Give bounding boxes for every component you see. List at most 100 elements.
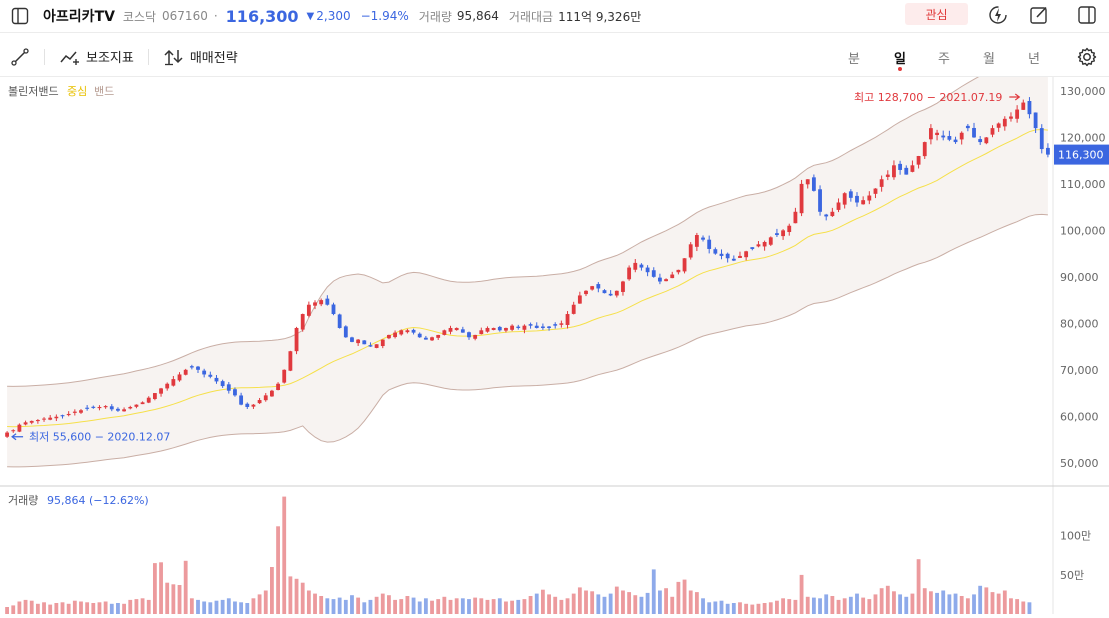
indicators-button[interactable]: 보조지표 xyxy=(59,47,134,66)
volume-bar xyxy=(109,603,114,614)
candle-body xyxy=(688,244,693,258)
candle-body xyxy=(892,165,896,178)
volume-bar xyxy=(682,579,687,614)
candle-body xyxy=(701,237,705,240)
candle-body xyxy=(319,300,324,305)
candle-body xyxy=(233,389,237,396)
candle-body xyxy=(454,327,459,331)
line-draw-icon[interactable] xyxy=(10,47,30,67)
volume-bar xyxy=(922,588,927,614)
volume-label: 거래량 xyxy=(418,9,452,24)
candle-body xyxy=(337,314,342,328)
period-week[interactable]: 주 xyxy=(938,48,950,67)
chart-area[interactable]: 130,000 120,000 110,000 100,000 90,000 80,000… xyxy=(0,44,1109,615)
amount-value: 111억 9,326만 xyxy=(558,9,642,24)
candle-body xyxy=(116,408,120,411)
volume-bar xyxy=(251,598,256,614)
candle-body xyxy=(676,269,681,273)
volume-bar xyxy=(202,601,207,614)
candle-body xyxy=(959,132,964,140)
volume-bar xyxy=(134,599,139,614)
candle-body xyxy=(128,406,133,409)
candle-body xyxy=(269,390,274,397)
volume-bar xyxy=(504,601,508,614)
volume-bar xyxy=(824,594,829,614)
edit-icon[interactable] xyxy=(1029,5,1049,25)
strategy-button[interactable]: 매매전략 xyxy=(163,47,238,66)
volume-bar xyxy=(978,585,983,614)
candle-body xyxy=(442,330,447,335)
candle-body xyxy=(343,326,348,338)
volume-bar xyxy=(928,591,933,614)
candle-body xyxy=(325,298,330,305)
candle-body xyxy=(824,214,829,217)
volume-bar xyxy=(387,595,391,614)
volume-bar xyxy=(485,599,490,614)
candle-body xyxy=(350,337,354,342)
candle-body xyxy=(331,304,336,315)
volume-bar xyxy=(35,603,40,614)
candle-body xyxy=(510,325,515,330)
volume-bar xyxy=(688,590,693,614)
candle-body xyxy=(916,156,921,165)
down-arrow-icon: ▼ xyxy=(306,10,315,22)
candle-body xyxy=(713,249,718,254)
candle-body xyxy=(485,327,490,332)
period-minute[interactable]: 분 xyxy=(848,48,860,67)
candlestick-chart[interactable]: 130,000 120,000 110,000 100,000 90,000 80,000… xyxy=(0,44,1109,615)
flash-icon[interactable] xyxy=(988,5,1008,25)
volume-bar xyxy=(430,600,434,614)
candle-body xyxy=(35,420,40,422)
price-tick-label: 50,000 xyxy=(1060,457,1099,470)
candle-body xyxy=(738,255,742,258)
volume-bar xyxy=(731,603,736,614)
candle-body xyxy=(460,329,465,333)
volume-value: 95,864 xyxy=(456,9,499,23)
candle-body xyxy=(1002,118,1007,127)
candle-body xyxy=(66,413,71,416)
candle-body xyxy=(448,327,453,332)
candle-body xyxy=(935,132,939,136)
split-panel-icon[interactable] xyxy=(1077,5,1097,25)
volume-bar xyxy=(269,567,274,614)
candle-body xyxy=(282,369,287,383)
volume-bar xyxy=(374,596,379,614)
candle-body xyxy=(380,339,385,347)
price-tick-label: 90,000 xyxy=(1060,271,1099,284)
volume-bar xyxy=(830,596,835,614)
volume-bar xyxy=(1009,598,1013,614)
candle-body xyxy=(879,179,884,187)
indicator-center-label: 중심 xyxy=(67,85,87,98)
candle-body xyxy=(984,137,989,144)
favorite-button[interactable]: 관심 xyxy=(905,3,968,25)
candle-body xyxy=(79,410,83,413)
volume-bar xyxy=(725,603,730,614)
candle-body xyxy=(614,290,619,296)
candle-body xyxy=(627,267,632,280)
candle-body xyxy=(109,406,114,410)
volume-bar xyxy=(953,593,958,614)
candle-body xyxy=(239,395,244,405)
gear-icon[interactable] xyxy=(1076,46,1098,68)
candle-body xyxy=(719,253,724,256)
candle-body xyxy=(553,324,558,326)
candle-body xyxy=(97,406,102,409)
candle-body xyxy=(565,314,570,325)
volume-bar xyxy=(799,574,804,614)
candle-body xyxy=(522,325,527,330)
volume-bar xyxy=(787,599,792,614)
period-day[interactable]: 일 xyxy=(894,48,906,67)
stock-name[interactable]: 아프리카TV xyxy=(43,6,115,26)
volume-bar xyxy=(177,585,182,614)
volume-bar xyxy=(356,597,361,614)
volume-bar xyxy=(159,562,163,614)
candle-body xyxy=(762,241,767,247)
period-year[interactable]: 년 xyxy=(1028,48,1040,67)
volume-bar xyxy=(497,598,502,614)
period-month[interactable]: 월 xyxy=(983,48,995,67)
indicator-band-label: 밴드 xyxy=(94,85,114,98)
volume-bar xyxy=(645,592,650,614)
sidebar-panel-icon[interactable] xyxy=(11,7,29,25)
candle-body xyxy=(356,339,361,344)
candle-body xyxy=(288,351,293,371)
